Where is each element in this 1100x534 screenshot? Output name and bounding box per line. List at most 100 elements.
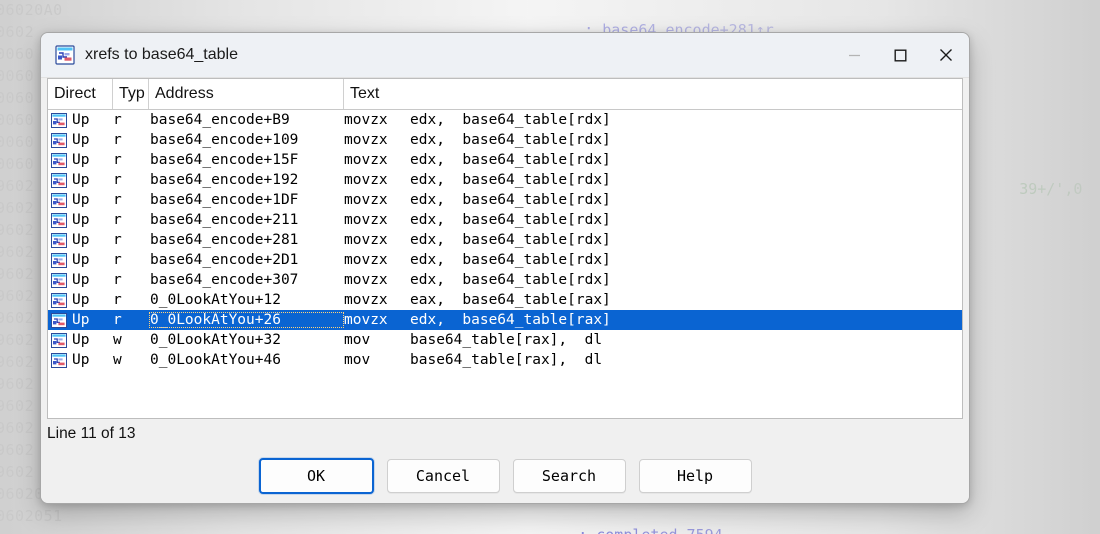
cell-type: r	[113, 272, 122, 288]
bg-address: 9602	[0, 243, 35, 261]
table-row[interactable]: Up r base64_encode+281 movzx edx, base64_tab…	[48, 230, 962, 250]
minimize-button[interactable]	[831, 33, 877, 77]
cell-type: r	[113, 232, 122, 248]
table-row[interactable]: Up w 0_0LookAtYou+46 mov base64_table[rax], …	[48, 350, 962, 370]
xrefs-list[interactable]: Direct Typ Address Text Up r base64_encode…	[47, 78, 963, 419]
cell-direction: Up	[72, 332, 90, 348]
cell-direction: Up	[72, 252, 90, 268]
table-row[interactable]: Up r base64_encode+307 movzx edx, base64_tab…	[48, 270, 962, 290]
search-button[interactable]: Search	[512, 459, 626, 493]
bg-address: 9602	[0, 397, 35, 415]
cell-mnemonic: movzx	[344, 112, 388, 128]
line-counter: Line 11 of 13	[47, 425, 136, 442]
xref-icon	[48, 252, 72, 268]
cell-address: 0_0LookAtYou+46	[150, 352, 281, 368]
table-row[interactable]: Up w 0_0LookAtYou+32 mov base64_table[rax], …	[48, 330, 962, 350]
ok-button[interactable]: OK	[258, 458, 374, 494]
table-row[interactable]: Up r 0_0LookAtYou+12 movzx eax, base64_table…	[48, 290, 962, 310]
table-row[interactable]: Up r base64_encode+2D1 movzx edx, base64_tab…	[48, 250, 962, 270]
cell-operands: edx, base64_table[rdx]	[410, 152, 611, 168]
cell-type: r	[113, 112, 122, 128]
cell-operands: edx, base64_table[rdx]	[410, 132, 611, 148]
dialog-button-bar: OK Cancel Search Help	[41, 449, 969, 503]
cell-mnemonic: movzx	[344, 312, 388, 328]
bg-address: 0602051	[0, 507, 63, 525]
cell-address: base64_encode+1DF	[150, 192, 299, 208]
cell-type: r	[113, 252, 122, 268]
list-rows[interactable]: Up r base64_encode+B9 movzx edx, base64_tabl…	[48, 110, 962, 418]
cell-mnemonic: mov	[344, 332, 371, 348]
dialog-title: xrefs to base64_table	[85, 46, 238, 63]
cell-type: r	[113, 312, 122, 328]
bg-address: 9602	[0, 287, 35, 305]
cell-address: base64_encode+211	[150, 212, 299, 228]
cell-mnemonic: mov	[344, 352, 371, 368]
cell-address: 0_0LookAtYou+26	[149, 312, 344, 328]
cell-direction: Up	[72, 192, 90, 208]
bg-address: 9602	[0, 463, 35, 481]
table-row[interactable]: Up r base64_encode+B9 movzx edx, base64_tabl…	[48, 110, 962, 130]
bg-address: 9602	[0, 265, 35, 283]
screen: 06020A0 0602 0060 0060 0060 0060 0060 0060 9602…	[0, 0, 1100, 534]
cell-type: r	[113, 132, 122, 148]
cell-type: r	[113, 292, 122, 308]
bg-address: 9602	[0, 309, 35, 327]
cell-direction: Up	[72, 232, 90, 248]
table-row[interactable]: Up r base64_encode+15F movzx edx, base64_tab…	[48, 150, 962, 170]
xref-icon	[48, 192, 72, 208]
cell-mnemonic: movzx	[344, 272, 388, 288]
cell-operands: edx, base64_table[rdx]	[410, 212, 611, 228]
column-header-direction[interactable]: Direct	[48, 79, 113, 109]
cell-address: base64_encode+2D1	[150, 252, 299, 268]
cell-type: w	[113, 352, 122, 368]
status-bar: Line 11 of 13	[41, 419, 969, 449]
xref-icon	[48, 332, 72, 348]
maximize-button[interactable]	[877, 33, 923, 77]
bg-address: 0060	[0, 111, 35, 129]
cell-operands: edx, base64_table[rdx]	[410, 192, 611, 208]
cell-address: 0_0LookAtYou+32	[150, 332, 281, 348]
bg-address: 9602	[0, 375, 35, 393]
xrefs-dialog: xrefs to base64_table Direct Typ Address…	[40, 32, 970, 504]
bg-address: 0060	[0, 133, 35, 151]
table-row-selected[interactable]: Up r 0_0LookAtYou+26 movzx edx, base64_table…	[48, 310, 962, 330]
table-row[interactable]: Up r base64_encode+211 movzx edx, base64_tab…	[48, 210, 962, 230]
cell-type: r	[113, 212, 122, 228]
cell-direction: Up	[72, 152, 90, 168]
xref-icon	[48, 172, 72, 188]
close-button[interactable]	[923, 33, 969, 77]
column-header-type[interactable]: Typ	[113, 79, 149, 109]
cell-type: w	[113, 332, 122, 348]
cell-operands: eax, base64_table[rax]	[410, 292, 611, 308]
xref-icon	[48, 232, 72, 248]
cell-direction: Up	[72, 272, 90, 288]
cell-operands: edx, base64_table[rdx]	[410, 252, 611, 268]
cell-address: base64_encode+109	[150, 132, 299, 148]
cell-operands: edx, base64_table[rdx]	[410, 112, 611, 128]
bg-address: 9602	[0, 177, 35, 195]
table-row[interactable]: Up r base64_encode+1DF movzx edx, base64_tab…	[48, 190, 962, 210]
cell-mnemonic: movzx	[344, 192, 388, 208]
xref-icon	[48, 132, 72, 148]
bg-address: 0602	[0, 23, 44, 41]
column-header-text[interactable]: Text	[344, 79, 962, 109]
table-row[interactable]: Up r base64_encode+109 movzx edx, base64_tab…	[48, 130, 962, 150]
bg-address: 0060	[0, 67, 35, 85]
bg-address: 9602	[0, 221, 35, 239]
help-button[interactable]: Help	[638, 459, 752, 493]
cell-direction: Up	[72, 112, 90, 128]
cell-mnemonic: movzx	[344, 292, 388, 308]
bg-address: 0060	[0, 45, 35, 63]
table-row[interactable]: Up r base64_encode+192 movzx edx, base64_tab…	[48, 170, 962, 190]
cell-operands: edx, base64_table[rdx]	[410, 232, 611, 248]
cell-type: r	[113, 172, 122, 188]
cell-address: base64_encode+15F	[150, 152, 299, 168]
column-header-address[interactable]: Address	[149, 79, 344, 109]
cell-operands: edx, base64_table[rax]	[410, 312, 611, 328]
cell-direction: Up	[72, 132, 90, 148]
cancel-button[interactable]: Cancel	[386, 459, 500, 493]
bg-address: 06020A0	[0, 1, 63, 19]
cell-direction: Up	[72, 172, 90, 188]
bg-address: 9602	[0, 419, 35, 437]
dialog-titlebar[interactable]: xrefs to base64_table	[41, 33, 969, 78]
